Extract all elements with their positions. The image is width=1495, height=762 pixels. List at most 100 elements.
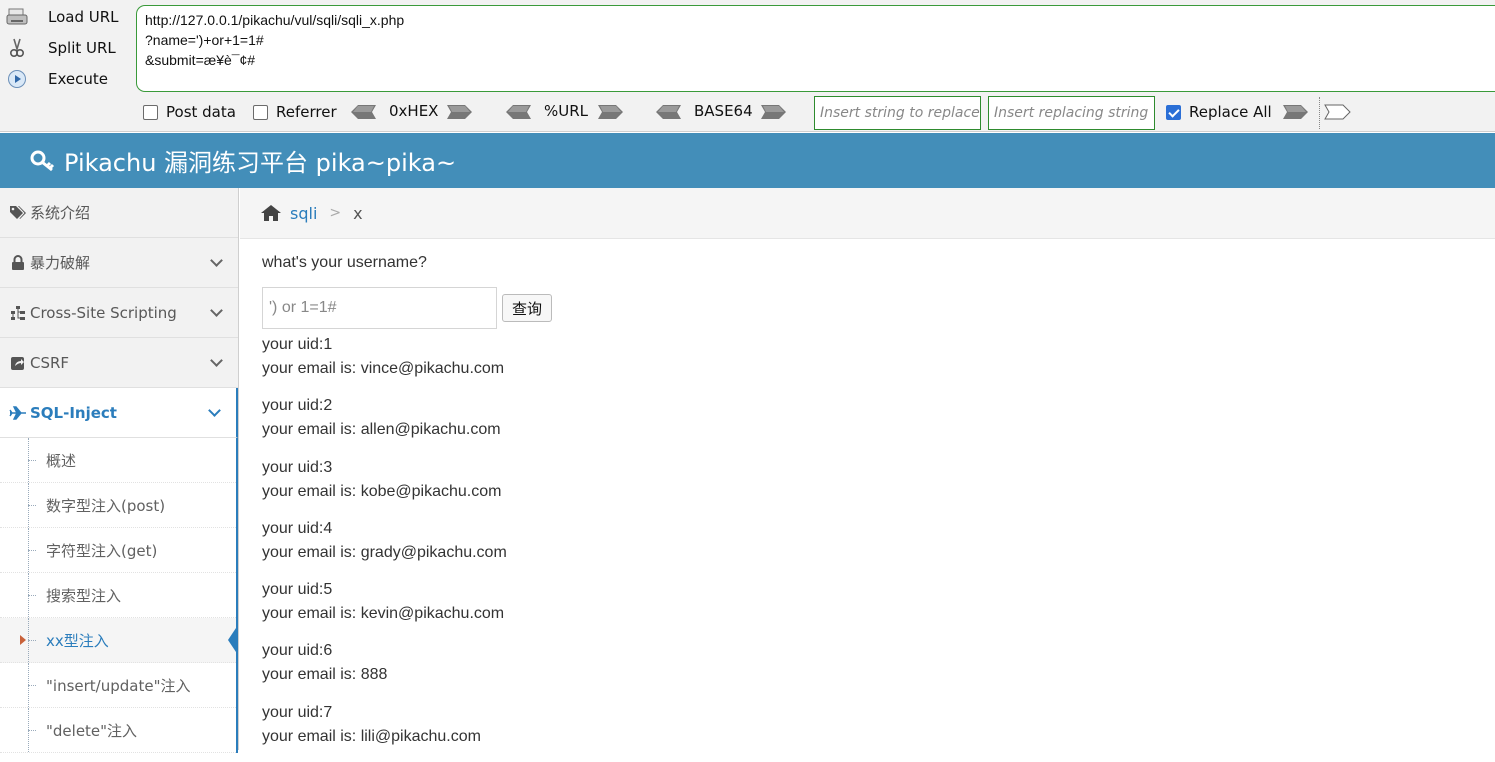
replace-string-input[interactable]: Insert string to replace [814, 96, 981, 130]
base64-encode-arrow-icon[interactable] [760, 104, 788, 120]
load-url-label: Load URL [48, 8, 119, 26]
submenu-item-numeric-post[interactable]: 数字型注入(post) [0, 483, 236, 528]
load-url-button[interactable]: Load URL [6, 4, 134, 30]
result-email: your email is: grady@pikachu.com [262, 543, 507, 561]
post-data-label: Post data [166, 103, 236, 121]
result-item: your uid:5 your email is: kevin@pikachu.… [262, 578, 1492, 639]
hex-label: 0xHEX [389, 102, 439, 120]
hex-encode-arrow-icon[interactable] [446, 104, 474, 120]
result-email: your email is: kevin@pikachu.com [262, 605, 505, 623]
tags-icon [9, 205, 27, 221]
submenu-item-label: 字符型注入(get) [46, 541, 158, 560]
chevron-down-icon [208, 404, 221, 417]
breadcrumb-link-sqli[interactable]: sqli [290, 204, 317, 223]
replace-all-checkbox-box[interactable] [1166, 104, 1181, 120]
result-uid: your uid:5 [262, 581, 333, 599]
sitemap-icon [9, 305, 27, 321]
sidebar-item-brute-force[interactable]: 暴力破解 [0, 238, 238, 288]
sidebar-item-label: Cross-Site Scripting [30, 303, 177, 322]
sidebar-item-xss[interactable]: Cross-Site Scripting [0, 288, 238, 338]
query-form: 查询 [262, 287, 1492, 329]
result-email: your email is: 888 [262, 666, 388, 684]
result-uid: your uid:4 [262, 519, 333, 537]
main-content: what's your username? 查询 your uid:1 your… [262, 239, 1492, 762]
sidebar: 系统介绍 暴力破解 Cross-Site Scripting CSRF SQL-… [0, 188, 239, 753]
post-data-checkbox-box[interactable] [143, 104, 158, 120]
scissors-icon [6, 38, 28, 58]
split-url-label: Split URL [48, 39, 116, 57]
base64-label: BASE64 [694, 102, 753, 120]
base64-decode-arrow-icon[interactable] [654, 104, 682, 120]
play-icon [6, 69, 28, 89]
result-item: your uid:6 your email is: 888 [262, 639, 1492, 700]
home-icon[interactable] [260, 204, 282, 222]
result-uid: your uid:7 [262, 703, 333, 721]
sidebar-item-sql-inject[interactable]: SQL-Inject [0, 388, 238, 438]
referrer-checkbox[interactable]: Referrer [253, 101, 337, 123]
submenu-item-overview[interactable]: 概述 [0, 438, 236, 483]
submenu-item-delete[interactable]: "delete"注入 [0, 708, 236, 753]
submenu-item-label: "delete"注入 [46, 721, 138, 740]
referrer-label: Referrer [276, 103, 337, 121]
sidebar-item-label: SQL-Inject [30, 403, 117, 422]
result-item: your uid:1 your email is: vince@pikachu.… [262, 333, 1492, 394]
replace-arrow-icon[interactable] [1282, 104, 1310, 120]
sidebar-item-label: 暴力破解 [30, 254, 91, 272]
submenu-item-label: 搜索型注入 [46, 586, 122, 605]
sidebar-item-label: 系统介绍 [30, 204, 91, 222]
result-email: your email is: kobe@pikachu.com [262, 482, 502, 500]
site-header: Pikachu 漏洞练习平台 pika~pika~ [0, 133, 1495, 188]
submenu-item-label: 概述 [46, 451, 77, 470]
chevron-down-icon [210, 304, 223, 317]
caret-right-icon [20, 635, 26, 645]
result-email: your email is: allen@pikachu.com [262, 421, 501, 439]
post-data-checkbox[interactable]: Post data [143, 101, 236, 123]
submenu-item-string-get[interactable]: 字符型注入(get) [0, 528, 236, 573]
sidebar-item-label: CSRF [30, 353, 70, 372]
execute-button[interactable]: Execute [6, 66, 134, 92]
url-encode-label: %URL [544, 102, 589, 120]
breadcrumb: sqli > x [240, 188, 1495, 239]
submenu-item-search[interactable]: 搜索型注入 [0, 573, 236, 618]
submenu-item-insert-update[interactable]: "insert/update"注入 [0, 663, 236, 708]
chevron-down-icon [210, 254, 223, 267]
submenu-item-xx[interactable]: xx型注入 [0, 618, 238, 663]
lock-icon [9, 254, 27, 271]
username-input[interactable] [262, 287, 497, 329]
result-uid: your uid:1 [262, 336, 333, 353]
breadcrumb-current: x [353, 203, 363, 223]
referrer-checkbox-box[interactable] [253, 104, 268, 120]
url-encode-arrow-icon[interactable] [597, 104, 625, 120]
submenu-item-label: "insert/update"注入 [46, 676, 191, 695]
toolbar-divider [1319, 97, 1320, 129]
result-email: your email is: lili@pikachu.com [262, 727, 481, 745]
username-prompt: what's your username? [262, 254, 427, 271]
hex-decode-arrow-icon[interactable] [349, 104, 377, 120]
execute-label: Execute [48, 70, 108, 88]
result-email: your email is: vince@pikachu.com [262, 360, 505, 377]
key-icon [30, 149, 56, 173]
share-icon [9, 355, 27, 371]
replace-all-checkbox[interactable]: Replace All [1166, 101, 1272, 123]
result-uid: your uid:2 [262, 397, 333, 415]
result-uid: your uid:3 [262, 458, 333, 476]
sql-inject-submenu: 概述 数字型注入(post) 字符型注入(get) 搜索型注入 xx型注入 "i… [0, 438, 238, 753]
result-item: your uid:7 your email is: lili@pikachu.c… [262, 701, 1492, 762]
breadcrumb-separator-icon: > [329, 205, 342, 221]
sidebar-item-csrf[interactable]: CSRF [0, 338, 238, 388]
result-uid: your uid:6 [262, 642, 333, 660]
url-textarea[interactable]: http://127.0.0.1/pikachu/vul/sqli/sqli_x… [136, 5, 1495, 92]
site-title[interactable]: Pikachu 漏洞练习平台 pika~pika~ [64, 143, 456, 178]
replace-all-label: Replace All [1189, 103, 1272, 121]
result-item: your uid:4 your email is: grady@pikachu.… [262, 517, 1492, 578]
hackbar-toolbar: Load URL Split URL Execute http://127.0.… [0, 0, 1495, 132]
replacing-string-input[interactable]: Insert replacing string [988, 96, 1155, 130]
replace-next-arrow-icon[interactable] [1324, 104, 1352, 120]
split-url-button[interactable]: Split URL [6, 35, 134, 61]
result-item: your uid:3 your email is: kobe@pikachu.c… [262, 456, 1492, 517]
sidebar-item-intro[interactable]: 系统介绍 [0, 188, 238, 238]
url-decode-arrow-icon[interactable] [504, 104, 532, 120]
submenu-item-label: 数字型注入(post) [46, 496, 166, 515]
results-list: your uid:1 your email is: vince@pikachu.… [262, 333, 1492, 762]
query-button[interactable]: 查询 [502, 294, 553, 322]
